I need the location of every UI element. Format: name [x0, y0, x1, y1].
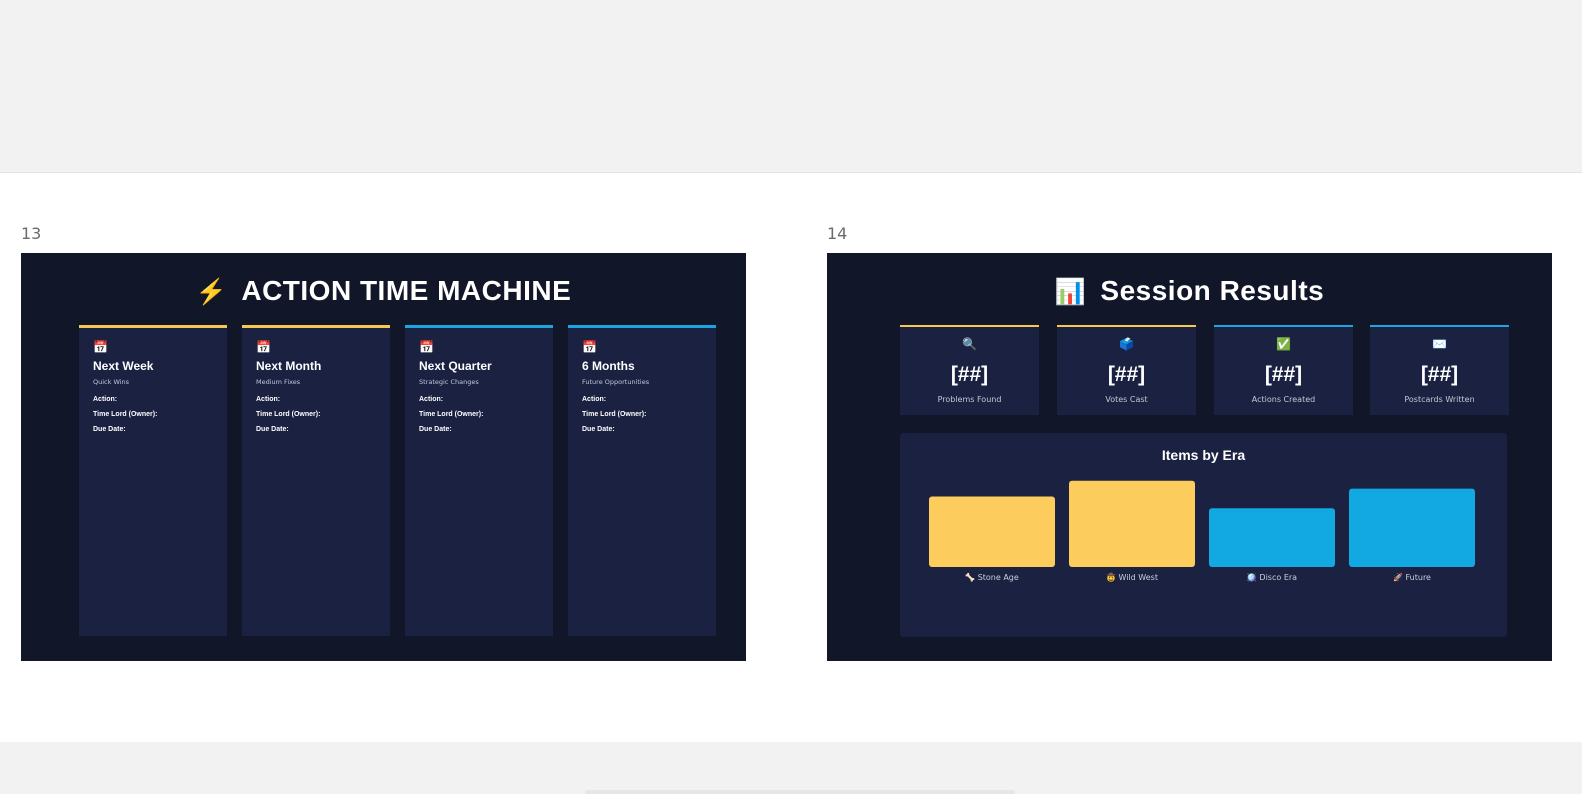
- field-action: Action:: [582, 396, 607, 403]
- stat-label: Votes Cast: [1105, 395, 1148, 404]
- envelope-icon: ✉️: [1432, 337, 1447, 351]
- stat-label: Actions Created: [1251, 395, 1316, 404]
- field-action: Action:: [256, 396, 281, 403]
- field-due-date: Due Date:: [582, 426, 615, 433]
- field-due-date: Due Date:: [93, 426, 126, 433]
- bar-1: [1069, 480, 1195, 567]
- column-subtitle: Future Opportunities: [582, 378, 650, 386]
- bar-label-2: 🪩 Disco Era: [1247, 572, 1297, 582]
- bar-label-3: 🚀 Future: [1393, 572, 1431, 582]
- stat-label: Problems Found: [937, 395, 1002, 404]
- ballot-box-icon: 🗳️: [1119, 337, 1134, 351]
- column-next-week: 📅 Next Week Quick Wins Action: Time Lord…: [79, 325, 227, 636]
- bar-chart: 🦴 Stone Age 🤠 Wild West 🪩 Disco Era 🚀 Futur…: [929, 480, 1475, 582]
- field-due-date: Due Date:: [256, 426, 289, 433]
- stat-value: [##]: [950, 363, 989, 386]
- stat-card-problems: 🔍 [##] Problems Found: [900, 325, 1039, 415]
- chart-panel: Items by Era 🦴 Stone Age 🤠 Wild West 🪩 Dis…: [900, 433, 1507, 637]
- column-subtitle: Quick Wins: [93, 378, 130, 386]
- calendar-icon: 📅: [256, 340, 271, 354]
- column-subtitle: Medium Fixes: [256, 378, 301, 386]
- slide-title-text: Session Results: [1100, 275, 1325, 306]
- scroll-shadow: [585, 790, 1015, 794]
- bottom-band: [0, 742, 1582, 794]
- column-subtitle: Strategic Changes: [419, 378, 479, 386]
- bar-2: [1209, 508, 1335, 567]
- bar-label-0: 🦴 Stone Age: [965, 572, 1019, 582]
- field-owner: Time Lord (Owner):: [419, 411, 484, 418]
- slide-title: 📊 Session Results: [827, 275, 1552, 307]
- slide-title-text: ACTION TIME MACHINE: [241, 275, 572, 306]
- field-action: Action:: [419, 396, 444, 403]
- field-owner: Time Lord (Owner):: [93, 411, 158, 418]
- slide-number-14: 14: [827, 224, 848, 243]
- column-title: Next Week: [93, 359, 154, 373]
- top-band: [0, 0, 1582, 172]
- stat-card-postcards: ✉️ [##] Postcards Written: [1370, 325, 1509, 415]
- column-title: Next Quarter: [419, 359, 492, 373]
- column-next-month: 📅 Next Month Medium Fixes Action: Time L…: [242, 325, 390, 636]
- bar-3: [1349, 488, 1475, 567]
- calendar-icon: 📅: [582, 340, 597, 354]
- field-action: Action:: [93, 396, 118, 403]
- stat-label: Postcards Written: [1404, 395, 1475, 404]
- field-owner: Time Lord (Owner):: [582, 411, 647, 418]
- field-owner: Time Lord (Owner):: [256, 411, 321, 418]
- column-6-months: 📅 6 Months Future Opportunities Action: …: [568, 325, 716, 636]
- lightning-icon: ⚡: [195, 278, 228, 306]
- column-next-quarter: 📅 Next Quarter Strategic Changes Action:…: [405, 325, 553, 636]
- bar-chart-icon: 📊: [1054, 278, 1087, 306]
- stat-value: [##]: [1107, 363, 1146, 386]
- column-title: 6 Months: [582, 359, 635, 373]
- slide-thumbnail-14[interactable]: 📊 Session Results 🔍 [##] Problems Found 🗳…: [827, 253, 1552, 661]
- slide-number-13: 13: [21, 224, 42, 243]
- calendar-icon: 📅: [93, 340, 108, 354]
- stat-card-actions: ✅ [##] Actions Created: [1214, 325, 1353, 415]
- stat-card-votes: 🗳️ [##] Votes Cast: [1057, 325, 1196, 415]
- field-due-date: Due Date:: [419, 426, 452, 433]
- check-mark-icon: ✅: [1276, 337, 1291, 351]
- slide-thumbnail-13[interactable]: ⚡ ACTION TIME MACHINE 📅 Next Week Quick W…: [21, 253, 746, 661]
- magnifier-icon: 🔍: [962, 337, 977, 351]
- calendar-icon: 📅: [419, 340, 434, 354]
- column-title: Next Month: [256, 359, 322, 373]
- slide-title: ⚡ ACTION TIME MACHINE: [21, 275, 746, 307]
- bar-label-1: 🤠 Wild West: [1106, 572, 1158, 582]
- stat-value: [##]: [1420, 363, 1459, 386]
- bar-0: [929, 496, 1055, 567]
- stat-value: [##]: [1264, 363, 1303, 386]
